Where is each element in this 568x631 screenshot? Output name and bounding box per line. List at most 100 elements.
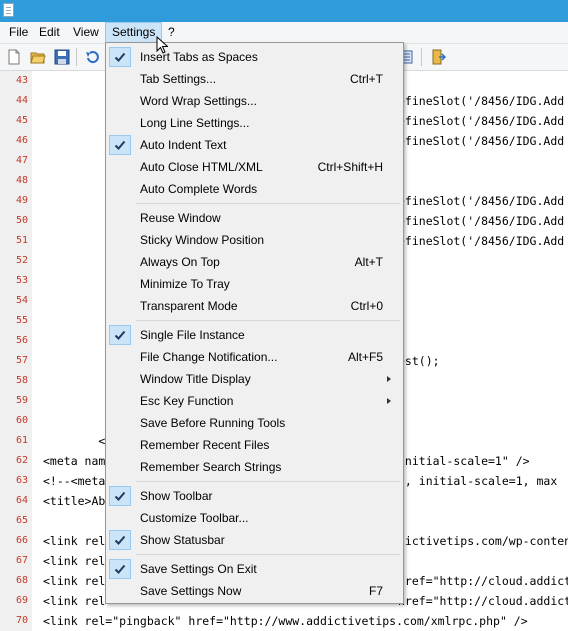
menu-option-shortcut: Ctrl+Shift+H [317, 160, 383, 174]
line-number: 44 [15, 95, 28, 106]
menu-option-insert-tabs-as-spaces[interactable]: Insert Tabs as Spaces [106, 46, 403, 68]
line-number: 48 [15, 175, 28, 186]
menu-option-minimize-to-tray[interactable]: Minimize To Tray [106, 273, 403, 295]
submenu-arrow-icon [387, 398, 391, 404]
code-text: initial-scale=1" /> [398, 454, 530, 468]
menu-option-transparent-mode[interactable]: Transparent Mode Ctrl+0 [106, 295, 403, 317]
menu-option-label: Show Toolbar [140, 489, 213, 503]
menu-option-label: Word Wrap Settings... [140, 94, 257, 108]
menu-settings[interactable]: Settings [105, 22, 163, 43]
menu-option-label: Always On Top [140, 255, 220, 269]
code-text: dictivetips.com/wp-conten [398, 534, 568, 548]
menu-option-label: Esc Key Function [140, 394, 234, 408]
menu-option-label: Remember Recent Files [140, 438, 270, 452]
line-number: 58 [15, 375, 28, 386]
menu-option-shortcut: Alt+F5 [347, 350, 383, 364]
menu-option-label: Sticky Window Position [140, 233, 265, 247]
menu-option-label: Tab Settings... [140, 72, 217, 86]
checkmark-icon [109, 325, 131, 345]
save-icon[interactable] [54, 49, 70, 65]
menu-option-label: Transparent Mode [140, 299, 238, 313]
code-text: href="http://cloud.addict [398, 594, 568, 608]
menu-option-auto-indent-text[interactable]: Auto Indent Text [106, 134, 403, 156]
menu-option-file-change-notification[interactable]: File Change Notification... Alt+F5 [106, 346, 403, 368]
open-folder-icon[interactable] [30, 49, 46, 65]
line-number: 52 [15, 255, 28, 266]
toolbar-separator [421, 48, 422, 66]
checkmark-icon [109, 135, 131, 155]
menu-option-label: Remember Search Strings [140, 460, 282, 474]
menu-option-word-wrap-settings[interactable]: Word Wrap Settings... [106, 90, 403, 112]
line-number: 69 [15, 595, 28, 606]
line-number-gutter: 43 44 45 46 47 48 49 50 51 52 53 54 55 5… [0, 71, 32, 631]
menu-option-save-settings-now[interactable]: Save Settings Now F7 [106, 580, 403, 602]
line-number: 66 [15, 535, 28, 546]
menu-option-long-line-settings[interactable]: Long Line Settings... [106, 112, 403, 134]
menu-option-customize-toolbar[interactable]: Customize Toolbar... [106, 507, 403, 529]
menu-option-label: File Change Notification... [140, 350, 278, 364]
line-number: 59 [15, 395, 28, 406]
menu-option-reuse-window[interactable]: Reuse Window [106, 207, 403, 229]
line-number: 54 [15, 295, 28, 306]
checkmark-icon [109, 486, 131, 506]
menu-option-shortcut: F7 [368, 584, 383, 598]
menu-option-sticky-window-position[interactable]: Sticky Window Position [106, 229, 403, 251]
menu-option-label: Reuse Window [140, 211, 221, 225]
menu-option-window-title-display[interactable]: Window Title Display [106, 368, 403, 390]
menu-option-always-on-top[interactable]: Always On Top Alt+T [106, 251, 403, 273]
menu-option-single-file-instance[interactable]: Single File Instance [106, 324, 403, 346]
line-number: 45 [15, 115, 28, 126]
menu-separator [136, 481, 400, 482]
line-number: 55 [15, 315, 28, 326]
code-text: efineSlot('/8456/IDG.Add [398, 114, 565, 128]
code-text: est(); [398, 354, 440, 368]
code-text: efineSlot('/8456/IDG.Add [398, 194, 565, 208]
line-number: 64 [15, 495, 28, 506]
menu-option-label: Save Before Running Tools [140, 416, 286, 430]
menu-option-save-settings-on-exit[interactable]: Save Settings On Exit [106, 558, 403, 580]
menu-file[interactable]: File [3, 22, 34, 43]
code-text: efineSlot('/8456/IDG.Add [398, 234, 565, 248]
line-number: 47 [15, 155, 28, 166]
line-number: 50 [15, 215, 28, 226]
menu-option-save-before-running-tools[interactable]: Save Before Running Tools [106, 412, 403, 434]
menu-view[interactable]: View [67, 22, 105, 43]
menu-option-auto-close-html-xml[interactable]: Auto Close HTML/XML Ctrl+Shift+H [106, 156, 403, 178]
toolbar-separator [76, 48, 77, 66]
menu-option-show-statusbar[interactable]: Show Statusbar [106, 529, 403, 551]
code-text: efineSlot('/8456/IDG.Add [398, 134, 565, 148]
line-number: 65 [15, 515, 28, 526]
line-number: 67 [15, 555, 28, 566]
code-text: href="http://cloud.addict [398, 574, 568, 588]
checkmark-icon [109, 559, 131, 579]
undo-icon[interactable] [84, 49, 100, 65]
menu-option-label: Auto Indent Text [140, 138, 227, 152]
app-document-icon[interactable] [3, 3, 14, 17]
menu-separator [136, 203, 400, 204]
menu-option-shortcut: Alt+T [354, 255, 383, 269]
line-number: 62 [15, 455, 28, 466]
menu-option-tab-settings[interactable]: Tab Settings... Ctrl+T [106, 68, 403, 90]
exit-icon[interactable] [430, 49, 446, 65]
code-text: <link rel [43, 594, 106, 608]
code-text: <link rel [43, 534, 106, 548]
menu-option-esc-key-function[interactable]: Esc Key Function [106, 390, 403, 412]
menu-option-show-toolbar[interactable]: Show Toolbar [106, 485, 403, 507]
menu-option-label: Save Settings Now [140, 584, 242, 598]
line-number: 60 [15, 415, 28, 426]
title-bar [0, 0, 568, 22]
line-number: 70 [15, 615, 28, 626]
menu-option-label: Minimize To Tray [140, 277, 230, 291]
menu-option-remember-search-strings[interactable]: Remember Search Strings [106, 456, 403, 478]
menu-option-auto-complete-words[interactable]: Auto Complete Words [106, 178, 403, 200]
code-text: h, initial-scale=1, max [398, 474, 558, 488]
checkmark-icon [109, 47, 131, 67]
mouse-cursor-icon [156, 36, 168, 54]
code-text: efineSlot('/8456/IDG.Add [398, 94, 565, 108]
code-text: <link rel [43, 574, 106, 588]
submenu-arrow-icon [387, 376, 391, 382]
new-file-icon[interactable] [6, 49, 22, 65]
code-text: efineSlot('/8456/IDG.Add [398, 214, 565, 228]
menu-edit[interactable]: Edit [33, 22, 66, 43]
menu-option-remember-recent-files[interactable]: Remember Recent Files [106, 434, 403, 456]
